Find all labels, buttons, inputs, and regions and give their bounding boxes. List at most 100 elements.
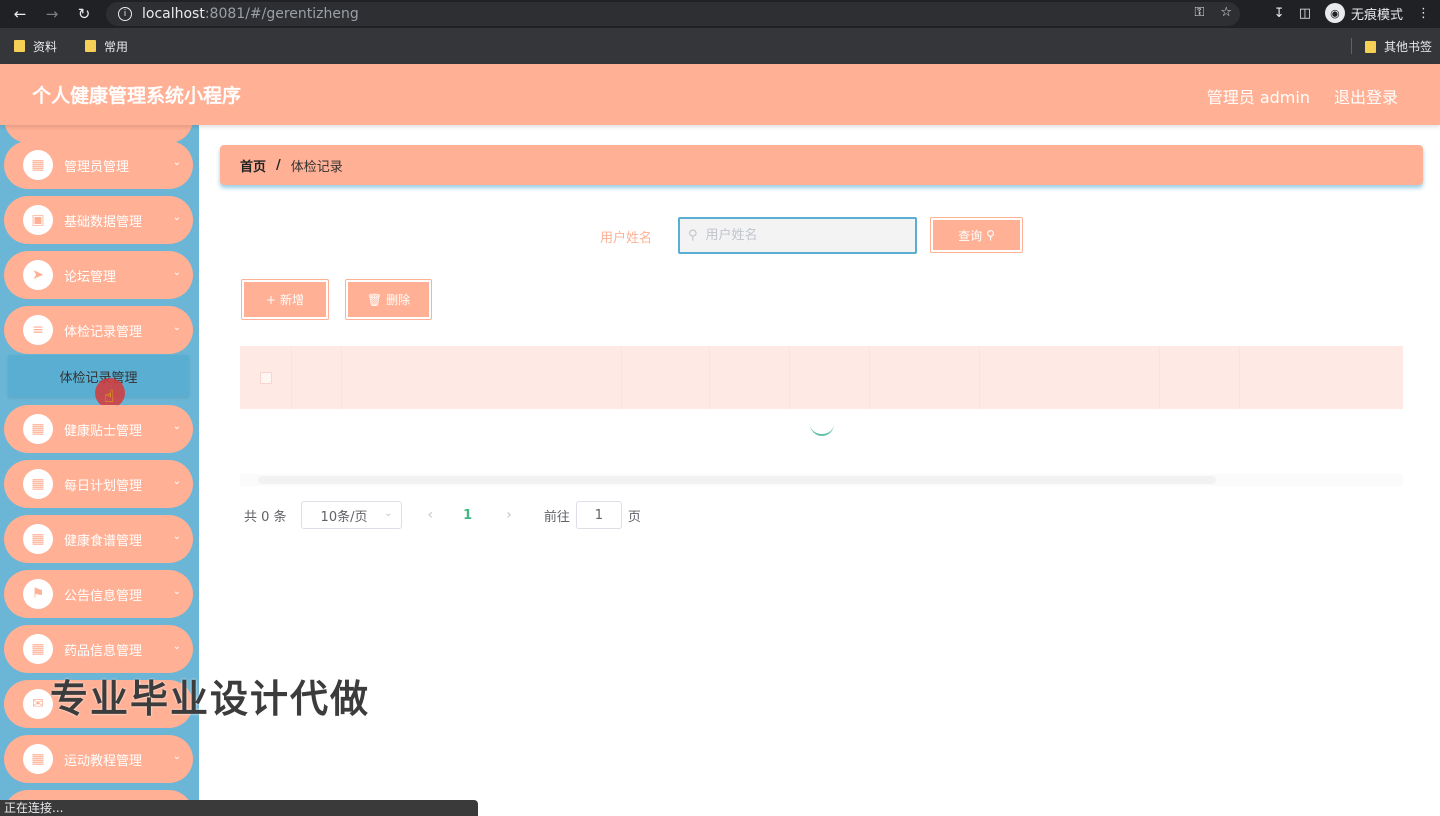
grid-icon: ▦ [23, 469, 53, 499]
sidebar-item-admin[interactable]: ▦ 管理员管理 ⌄ [4, 141, 193, 189]
table-header-cell [292, 346, 342, 409]
sidebar-item-label: 管理员管理 [64, 159, 130, 175]
app-header: 个人健康管理系统小程序 管理员 admin 退出登录 [0, 64, 1440, 125]
search-input[interactable] [705, 228, 896, 243]
query-button[interactable]: 查询 ⚲ [930, 217, 1023, 253]
table-header [240, 346, 1403, 409]
watermark-text: 专业毕业设计代做 [50, 677, 371, 721]
grid-icon: ▦ [23, 634, 53, 664]
incognito-indicator[interactable]: ◉ 无痕模式 [1324, 3, 1403, 23]
send-icon: ➤ [23, 260, 53, 290]
back-icon[interactable]: ← [8, 2, 32, 26]
query-label: 查询 [958, 228, 983, 243]
bookmarks-bar: 资料 常用 其他书签 [0, 28, 1440, 64]
sidebar-item-tips[interactable]: ▦ 健康贴士管理 ⌄ [4, 405, 193, 453]
table-header-cell [622, 346, 710, 409]
incognito-label: 无痕模式 [1350, 7, 1403, 23]
goto-page-input[interactable]: 1 [575, 501, 622, 529]
bookmark-label: 其他书签 [1383, 40, 1432, 54]
incognito-icon: ◉ [1324, 3, 1345, 23]
chat-icon: ✉ [23, 689, 53, 719]
sidebar-item-notices[interactable]: ⚑ 公告信息管理 ⌄ [4, 570, 193, 618]
chevron-down-icon: ⌄ [172, 212, 181, 223]
next-page-icon[interactable]: › [506, 507, 512, 523]
table-header-cell [1160, 346, 1240, 409]
sidebar-item-basic-data[interactable]: ▣ 基础数据管理 ⌄ [4, 196, 193, 244]
sidebar-item-exercise[interactable]: ▦ 运动教程管理 ⌄ [4, 735, 193, 783]
table-scrollbar[interactable] [240, 474, 1403, 486]
grid-icon: ▦ [23, 150, 53, 180]
bookmark-folder[interactable]: 常用 [85, 38, 128, 55]
scrollbar-thumb[interactable] [258, 476, 1216, 484]
add-label: 新增 [280, 293, 305, 307]
chevron-down-icon: ⌄ [172, 586, 181, 597]
search-field[interactable]: ⚲ [678, 217, 917, 254]
sidebar-item-label: 论坛管理 [64, 269, 117, 285]
trash-icon: 🗑 [366, 292, 383, 307]
search-label: 用户姓名 [600, 231, 653, 246]
sidebar-item-checkup[interactable]: ≡ 体检记录管理 ⌄ [4, 306, 193, 354]
bookmark-label: 资料 [33, 39, 58, 54]
url-host: localhost [142, 6, 205, 22]
table-header-cell [980, 346, 1160, 409]
add-button[interactable]: + 新增 [241, 279, 329, 320]
download-icon[interactable]: ↧ [1274, 6, 1285, 21]
grid-icon: ▦ [23, 414, 53, 444]
bookmark-folder[interactable]: 资料 [14, 38, 57, 55]
breadcrumb-current: 体检记录 [290, 159, 343, 175]
breadcrumb-home[interactable]: 首页 [240, 156, 266, 175]
sidebar-item-label: 基础数据管理 [64, 214, 143, 230]
table-header-cell [342, 346, 622, 409]
page-size-value: 10条/页 [320, 509, 368, 525]
hand-cursor-icon: ☝ [104, 387, 115, 407]
sidebar-item-drugs[interactable]: ▦ 药品信息管理 ⌄ [4, 625, 193, 673]
select-all-cell[interactable] [240, 346, 292, 409]
table-header-cell [710, 346, 790, 409]
loading-spinner [810, 420, 834, 436]
current-user: 管理员 admin [1206, 88, 1310, 107]
sidebar-item-forum[interactable]: ➤ 论坛管理 ⌄ [4, 251, 193, 299]
folder-icon [85, 40, 97, 52]
chevron-down-icon: ⌄ [172, 751, 181, 762]
sidepanel-icon[interactable]: ◫ [1299, 6, 1311, 21]
info-icon[interactable]: i [118, 7, 132, 21]
forward-icon[interactable]: → [40, 2, 64, 26]
box-icon: ▣ [23, 205, 53, 235]
bookmark-label: 常用 [104, 39, 129, 54]
other-bookmarks[interactable]: 其他书签 [1364, 38, 1432, 55]
sidebar-item-label: 药品信息管理 [64, 643, 143, 659]
reload-icon[interactable]: ↻ [72, 2, 96, 26]
menu-icon[interactable]: ⋮ [1417, 6, 1430, 21]
delete-button[interactable]: 🗑 删除 [345, 279, 432, 320]
goto-label: 前往 [543, 509, 570, 525]
flag-icon: ⚑ [23, 579, 53, 609]
star-icon[interactable]: ☆ [1220, 5, 1232, 20]
logout-link[interactable]: 退出登录 [1334, 84, 1398, 108]
total-count: 共 0 条 [244, 509, 287, 525]
sidebar-item-label: 体检记录管理 [64, 324, 143, 340]
key-icon[interactable]: ⚿ [1194, 5, 1204, 20]
browser-status-bar: 正在连接... [0, 800, 478, 816]
folder-icon [14, 40, 25, 52]
sidebar-item-daily-plan[interactable]: ▦ 每日计划管理 ⌄ [4, 460, 193, 508]
chevron-down-icon: ⌄ [172, 267, 181, 278]
search-icon: ⚲ [986, 228, 995, 242]
select-all-checkbox[interactable] [259, 371, 272, 384]
grid-icon: ▦ [23, 524, 53, 554]
page-size-select[interactable]: 10条/页 ⌄ [300, 501, 402, 529]
table-header-cell [790, 346, 870, 409]
breadcrumb-separator: / [276, 157, 281, 173]
chevron-down-icon: ⌄ [384, 508, 393, 519]
sidebar-item-recipes[interactable]: ▦ 健康食谱管理 ⌄ [4, 515, 193, 563]
chevron-down-icon: ⌄ [172, 157, 181, 168]
goto-value: 1 [594, 507, 603, 523]
plus-icon: + [265, 292, 277, 307]
sidebar-item-label: 运动教程管理 [64, 753, 143, 769]
address-bar[interactable]: i localhost:8081/#/gerentizheng ⚿ ☆ [106, 2, 1240, 26]
delete-label: 删除 [386, 293, 411, 307]
browser-toolbar: ← → ↻ i localhost:8081/#/gerentizheng ⚿ … [0, 0, 1440, 28]
page-number[interactable]: 1 [463, 508, 472, 523]
prev-page-icon[interactable]: ‹ [428, 507, 434, 523]
app-title: 个人健康管理系统小程序 [32, 85, 242, 107]
search-icon: ⚲ [688, 228, 698, 243]
